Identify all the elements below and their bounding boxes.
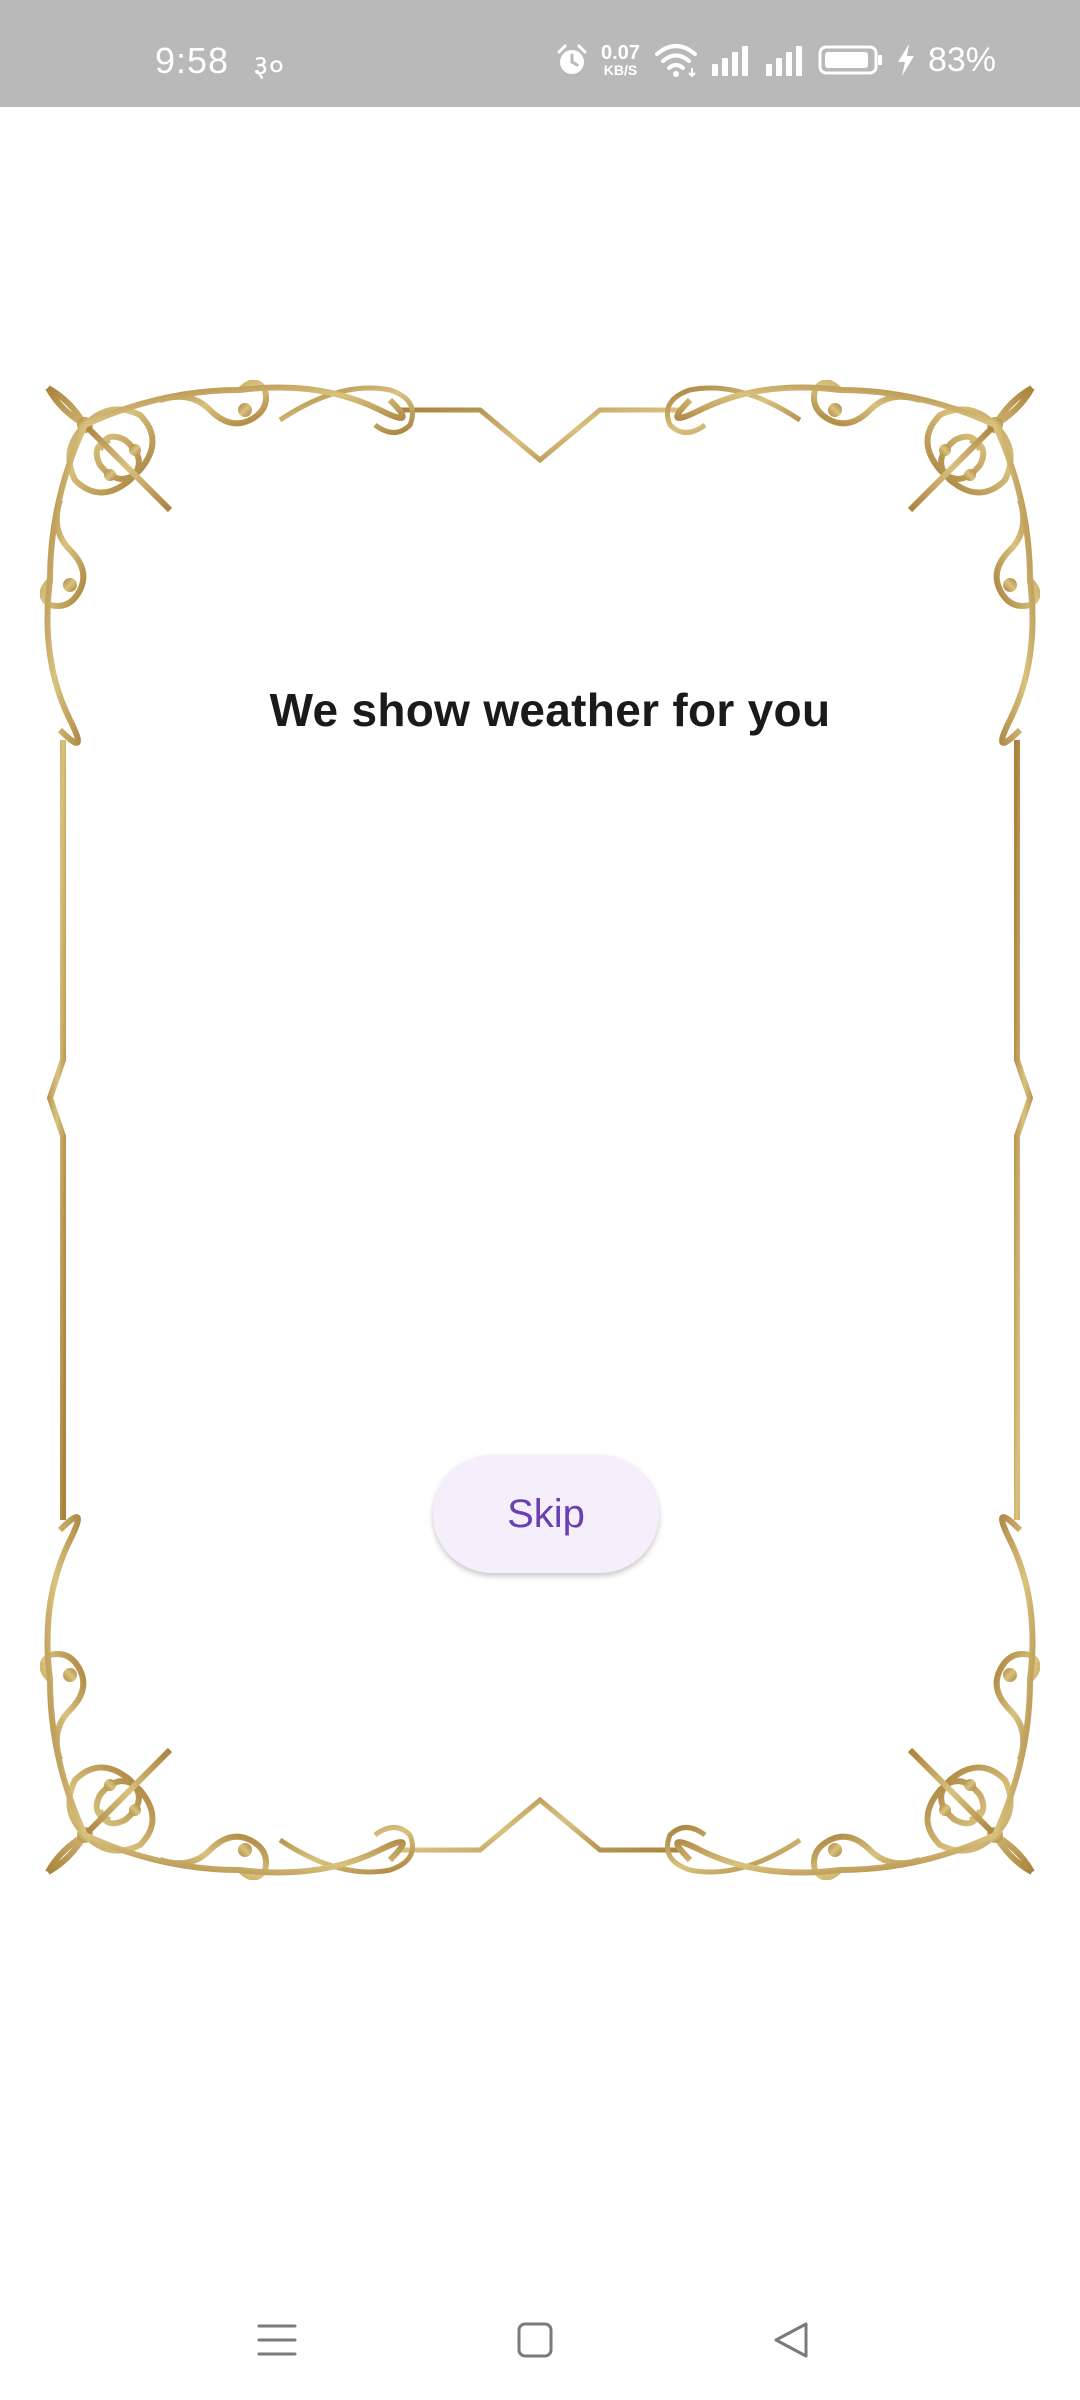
back-button[interactable] xyxy=(752,2300,832,2380)
back-icon xyxy=(774,2322,808,2358)
alarm-icon xyxy=(557,44,587,74)
system-nav-bar xyxy=(0,2280,1080,2400)
onboarding-headline: We show weather for you xyxy=(269,684,831,736)
signal-icon xyxy=(765,46,802,76)
net-speed-value: 0.07 xyxy=(601,42,640,64)
menu-icon xyxy=(257,2324,297,2356)
signal-icon xyxy=(711,46,748,76)
home-button[interactable] xyxy=(495,2300,575,2380)
wifi-icon xyxy=(654,44,697,78)
status-icons: 0.07 KB/S 83% xyxy=(555,40,996,80)
net-speed-unit: KB/S xyxy=(603,62,638,78)
charging-icon xyxy=(897,44,914,76)
recent-apps-button[interactable] xyxy=(237,2300,317,2380)
status-time: 9:58 xyxy=(155,40,230,81)
ornamental-gold-frame xyxy=(40,380,1040,1880)
net-speed: 0.07 KB/S xyxy=(601,43,640,77)
screen: 9:58 ३० 0.07 KB/S 83% We show weather fo… xyxy=(0,0,1080,2400)
battery-percent: 83% xyxy=(927,40,996,79)
status-bar: 9:58 ३० 0.07 KB/S 83% xyxy=(0,0,1080,107)
home-icon xyxy=(517,2322,553,2358)
status-extra-indicator: ३० xyxy=(253,50,285,83)
skip-button[interactable]: Skip xyxy=(433,1455,659,1573)
battery-icon xyxy=(818,45,882,75)
